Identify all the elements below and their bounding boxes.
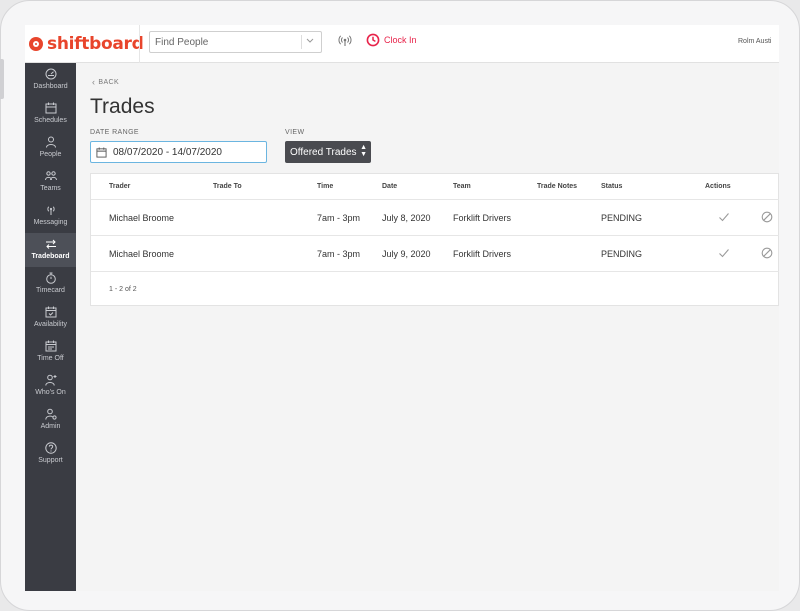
sidebar-item-admin[interactable]: Admin <box>25 403 76 437</box>
table-row[interactable]: Michael Broome 7am - 3pm July 8, 2020 Fo… <box>91 200 779 236</box>
broadcast-icon[interactable] <box>338 34 352 48</box>
pagination-summary: 1 - 2 of 2 <box>109 286 137 293</box>
sidebar-item-label: Availability <box>34 321 67 328</box>
sidebar-item-label: Admin <box>40 423 61 430</box>
view-label: VIEW <box>285 129 305 136</box>
date-cell: July 8, 2020 <box>382 213 431 223</box>
calendar-icon <box>45 340 56 352</box>
sidebar-item-whos-on[interactable]: Who's On <box>25 369 76 403</box>
status-cell: PENDING <box>601 249 643 259</box>
decline-icon[interactable] <box>761 247 773 259</box>
trader-cell: Michael Broome <box>109 249 175 259</box>
accept-check-icon[interactable] <box>718 211 730 223</box>
chevron-left-icon: ‹ <box>92 77 96 87</box>
date-range-picker[interactable]: 08/07/2020 - 14/07/2020 <box>90 141 267 163</box>
trader-cell: Michael Broome <box>109 213 175 223</box>
logo-text: shiftboard <box>47 34 144 54</box>
decline-icon[interactable] <box>761 211 773 223</box>
column-header-date: Date <box>382 183 398 190</box>
status-cell: PENDING <box>601 213 643 223</box>
column-header-team: Team <box>453 183 471 190</box>
column-header-trade-notes: Trade Notes <box>537 183 578 190</box>
calendar-icon <box>96 146 107 158</box>
date-cell: July 9, 2020 <box>382 249 431 259</box>
dashboard-icon <box>45 68 56 80</box>
sidebar-item-availability[interactable]: Availability <box>25 301 76 335</box>
chevron-down-icon[interactable] <box>306 34 314 50</box>
logo-mark-icon <box>29 37 43 51</box>
sidebar-item-people[interactable]: People <box>25 131 76 165</box>
tablet-side-button <box>0 59 4 99</box>
sidebar-item-schedules[interactable]: Schedules <box>25 97 76 131</box>
date-range-label: DATE RANGE <box>90 129 139 136</box>
date-range-value: 08/07/2020 - 14/07/2020 <box>113 146 222 158</box>
sidebar-item-label: Support <box>38 457 63 464</box>
user-name[interactable]: Rolm Austi <box>738 38 771 45</box>
sidebar-item-messaging[interactable]: Messaging <box>25 199 76 233</box>
stopwatch-icon <box>45 272 56 284</box>
sidebar-item-label: Messaging <box>33 219 68 226</box>
person-icon <box>45 136 56 148</box>
sidebar-item-label: Time Off <box>37 355 64 362</box>
column-header-time: Time <box>317 183 334 190</box>
time-cell: 7am - 3pm <box>317 249 361 259</box>
accept-check-icon[interactable] <box>718 247 730 259</box>
teams-icon <box>44 171 57 181</box>
person-plus-icon <box>44 374 56 386</box>
tablet-frame: shiftboard Find People Clock In Rolm Aus… <box>0 0 800 611</box>
sidebar-item-teams[interactable]: Teams <box>25 165 76 199</box>
find-people-input[interactable] <box>150 32 300 52</box>
sidebar-item-support[interactable]: Support <box>25 437 76 471</box>
sidebar-item-label: Timecard <box>36 287 65 294</box>
column-header-actions: Actions <box>705 183 731 190</box>
team-cell: Forklift Drivers <box>453 213 511 223</box>
up-down-caret-icon: ▲ ▼ <box>360 144 367 158</box>
find-people-select[interactable] <box>149 31 322 53</box>
view-select[interactable]: Offered Trades ▲ ▼ <box>285 141 371 163</box>
table-row[interactable]: Michael Broome 7am - 3pm July 9, 2020 Fo… <box>91 236 779 272</box>
calendar-icon <box>45 102 56 114</box>
main-content: ‹ BACK Trades DATE RANGE 08/07/2020 - 14… <box>90 63 779 591</box>
view-value: Offered Trades <box>290 146 357 158</box>
calendar-check-icon <box>45 306 56 318</box>
broadcast-icon <box>46 206 55 215</box>
trades-table: Trader Trade To Time Date Team Trade Not… <box>90 173 779 306</box>
clock-icon <box>366 33 380 47</box>
help-icon <box>44 442 57 454</box>
shiftboard-logo[interactable]: shiftboard <box>29 33 144 55</box>
page-title: Trades <box>90 95 155 118</box>
sidebar-item-label: Tradeboard <box>31 253 70 260</box>
sidebar-item-time-off[interactable]: Time Off <box>25 335 76 369</box>
sidebar-item-label: Schedules <box>34 117 67 124</box>
column-header-status: Status <box>601 183 623 190</box>
sidebar-item-label: Teams <box>40 185 61 192</box>
top-bar: shiftboard Find People Clock In Rolm Aus… <box>25 25 779 63</box>
sidebar-item-timecard[interactable]: Timecard <box>25 267 76 301</box>
column-header-trader: Trader <box>109 183 131 190</box>
sidebar-item-tradeboard[interactable]: Tradeboard <box>25 233 76 267</box>
sidebar: Dashboard Schedules People Teams Messagi… <box>25 63 76 591</box>
sidebar-item-dashboard[interactable]: Dashboard <box>25 63 76 97</box>
clock-in-label: Clock In <box>384 35 417 45</box>
back-label: BACK <box>98 78 120 86</box>
search-separator <box>301 35 302 49</box>
topbar-divider <box>139 25 140 63</box>
person-gear-icon <box>44 408 57 420</box>
swap-arrows-icon <box>45 239 56 249</box>
sidebar-item-label: Dashboard <box>33 83 68 90</box>
back-link[interactable]: ‹ BACK <box>92 77 119 87</box>
column-header-trade-to: Trade To <box>213 183 242 190</box>
app-screen: shiftboard Find People Clock In Rolm Aus… <box>25 25 779 591</box>
sidebar-item-label: Who's On <box>35 389 66 396</box>
time-cell: 7am - 3pm <box>317 213 361 223</box>
sidebar-item-label: People <box>39 151 62 158</box>
table-header-row: Trader Trade To Time Date Team Trade Not… <box>91 174 779 200</box>
team-cell: Forklift Drivers <box>453 249 511 259</box>
clock-in-button[interactable]: Clock In <box>366 33 417 47</box>
